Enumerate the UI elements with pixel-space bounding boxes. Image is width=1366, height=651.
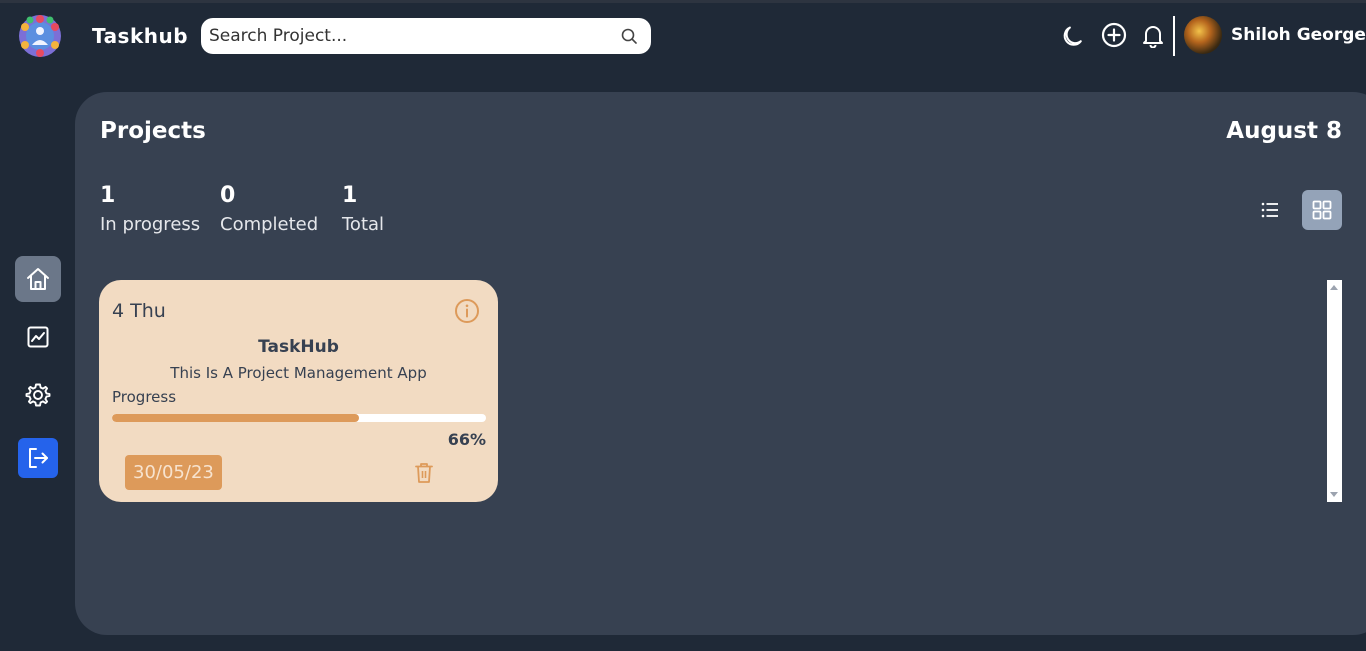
logout-icon bbox=[29, 448, 48, 468]
grid-view-button[interactable] bbox=[1302, 190, 1342, 230]
scroll-down-arrow-icon[interactable] bbox=[1330, 492, 1338, 497]
header-divider bbox=[1173, 16, 1175, 56]
list-icon bbox=[1261, 202, 1278, 218]
progress-percent: 66% bbox=[447, 430, 486, 449]
trash-icon[interactable] bbox=[413, 461, 435, 485]
gear-icon bbox=[25, 383, 51, 407]
page-title: Projects bbox=[100, 118, 206, 144]
grid-icon bbox=[1312, 200, 1332, 220]
info-icon[interactable] bbox=[454, 298, 480, 324]
progress-bar bbox=[112, 414, 486, 422]
add-project-icon[interactable] bbox=[1101, 22, 1127, 48]
stat-value: 0 bbox=[220, 183, 236, 208]
scrollbar[interactable] bbox=[1327, 280, 1342, 502]
bell-icon[interactable] bbox=[1140, 22, 1166, 48]
project-description: This Is A Project Management App bbox=[170, 364, 427, 382]
sidebar-item-home[interactable] bbox=[15, 256, 61, 302]
avatar[interactable] bbox=[1184, 16, 1222, 54]
chart-icon bbox=[27, 326, 49, 348]
search-bar[interactable] bbox=[201, 18, 651, 54]
current-date: August 8 bbox=[1226, 118, 1342, 144]
due-date-badge: 30/05/23 bbox=[125, 455, 222, 490]
stat-completed: 0 Completed bbox=[220, 183, 318, 235]
stat-label: Total bbox=[342, 214, 385, 235]
list-view-button[interactable] bbox=[1250, 190, 1290, 230]
sidebar-item-logout[interactable] bbox=[18, 438, 58, 478]
project-day: 4 Thu bbox=[112, 300, 166, 322]
search-icon[interactable] bbox=[619, 26, 639, 46]
sidebar-item-analytics[interactable] bbox=[15, 314, 61, 360]
project-card[interactable]: 4 Thu TaskHub This Is A Project Manageme… bbox=[99, 280, 498, 502]
project-name: TaskHub bbox=[258, 337, 339, 357]
moon-icon[interactable] bbox=[1062, 22, 1088, 48]
app-logo-icon[interactable] bbox=[17, 14, 63, 58]
progress-label: Progress bbox=[112, 388, 177, 406]
sidebar-item-settings[interactable] bbox=[15, 372, 61, 418]
home-icon bbox=[27, 268, 49, 290]
top-border bbox=[0, 0, 1366, 3]
stat-label: Completed bbox=[220, 214, 319, 235]
search-input[interactable] bbox=[201, 26, 619, 46]
scroll-up-arrow-icon[interactable] bbox=[1330, 285, 1338, 290]
stat-label: In progress bbox=[100, 214, 201, 235]
app-name: Taskhub bbox=[92, 24, 189, 48]
stat-value: 1 bbox=[342, 183, 358, 208]
stat-in-progress: 1 In progress bbox=[100, 183, 200, 235]
stat-value: 1 bbox=[100, 183, 116, 208]
user-name[interactable]: Shiloh George bbox=[1231, 25, 1366, 45]
progress-bar-fill bbox=[112, 414, 359, 422]
stat-total: 1 Total bbox=[342, 183, 384, 235]
